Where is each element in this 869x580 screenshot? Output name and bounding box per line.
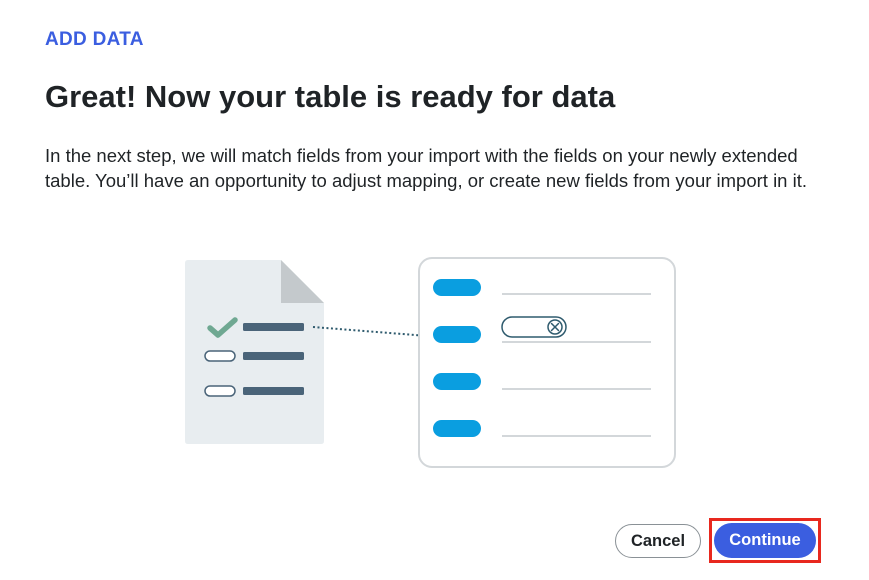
document-line	[243, 387, 304, 395]
document-checkbox-outline	[204, 385, 236, 397]
dialog-title: Great! Now your table is ready for data	[45, 79, 616, 114]
document-checkbox-outline	[204, 350, 236, 362]
field-mapping-illustration	[185, 257, 676, 468]
mapping-connector-line	[312, 326, 429, 337]
dialog-description: In the next step, we will match fields f…	[45, 145, 808, 191]
remove-circle-icon	[547, 319, 563, 335]
add-data-dialog: ADD DATA Great! Now your table is ready …	[0, 0, 869, 580]
dialog-eyebrow: ADD DATA	[45, 29, 144, 50]
document-line	[243, 323, 304, 331]
cancel-button[interactable]: Cancel	[615, 524, 701, 558]
document-line	[243, 352, 304, 360]
continue-button[interactable]: Continue	[714, 523, 816, 558]
mapping-table-icon	[418, 257, 676, 468]
